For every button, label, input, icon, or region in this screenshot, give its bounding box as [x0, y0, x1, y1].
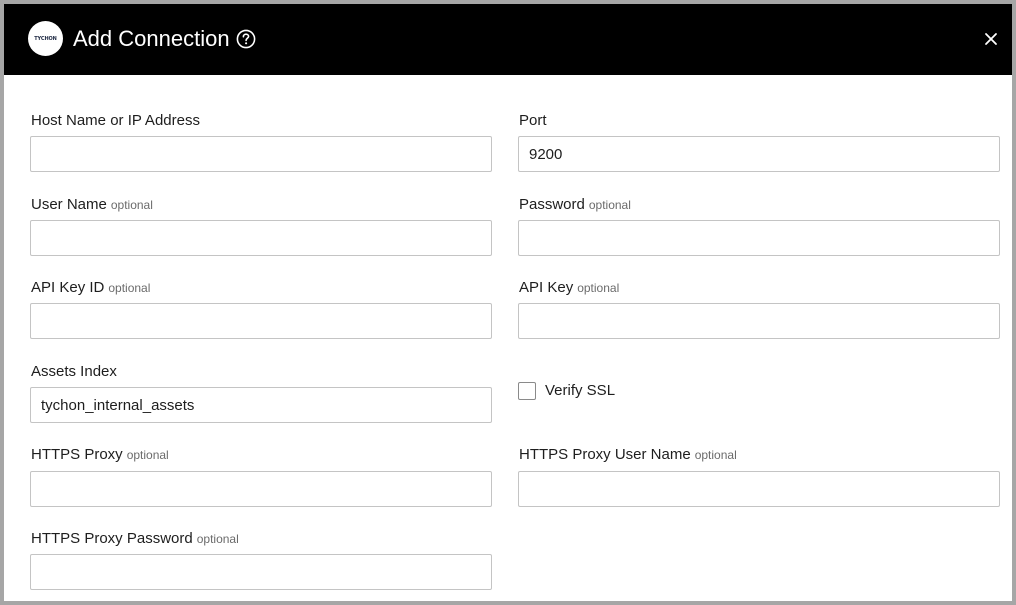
- user-name-label-text: User Name: [31, 196, 107, 213]
- https-proxy-user-label-text: HTTPS Proxy User Name: [519, 446, 691, 463]
- optional-tag: optional: [588, 198, 631, 212]
- https-proxy-password-label: HTTPS Proxy Password optional: [31, 530, 239, 548]
- api-key-id-label-text: API Key ID: [31, 279, 105, 296]
- https-proxy-user-label: HTTPS Proxy User Name optional: [519, 446, 737, 464]
- https-proxy-label: HTTPS Proxy optional: [31, 446, 169, 464]
- https-proxy-label-text: HTTPS Proxy: [31, 446, 123, 463]
- password-label: Password optional: [519, 196, 631, 214]
- https-proxy-user-input[interactable]: [518, 471, 1000, 507]
- add-connection-dialog: TYCHON Add Connection Host Name or IP Ad…: [0, 0, 1016, 605]
- api-key-id-input[interactable]: [30, 303, 492, 339]
- api-key-id-label: API Key ID optional: [31, 279, 150, 297]
- user-name-label: User Name optional: [31, 196, 153, 214]
- port-label: Port: [519, 112, 547, 130]
- dialog-header: TYCHON Add Connection: [4, 4, 1012, 75]
- api-key-label: API Key optional: [519, 279, 619, 297]
- optional-tag: optional: [110, 198, 153, 212]
- assets-index-label: Assets Index: [31, 363, 117, 381]
- assets-index-input[interactable]: [30, 387, 492, 423]
- password-input[interactable]: [518, 220, 1000, 256]
- optional-tag: optional: [196, 532, 239, 546]
- dialog-title: Add Connection: [73, 26, 230, 51]
- port-label-text: Port: [519, 112, 547, 129]
- api-key-label-text: API Key: [519, 279, 574, 296]
- verify-ssl-checkbox[interactable]: [518, 382, 536, 400]
- password-label-text: Password: [519, 196, 585, 213]
- assets-index-label-text: Assets Index: [31, 363, 117, 380]
- host-label: Host Name or IP Address: [31, 112, 200, 130]
- tychon-logo: TYCHON: [28, 21, 63, 56]
- https-proxy-input[interactable]: [30, 471, 492, 507]
- logo-text: TYCHON: [34, 35, 57, 42]
- optional-tag: optional: [694, 448, 737, 462]
- api-key-input[interactable]: [518, 303, 1000, 339]
- host-input[interactable]: [30, 136, 492, 172]
- https-proxy-password-label-text: HTTPS Proxy Password: [31, 530, 193, 547]
- port-input[interactable]: [518, 136, 1000, 172]
- optional-tag: optional: [577, 281, 620, 295]
- optional-tag: optional: [108, 281, 151, 295]
- verify-ssl-label[interactable]: Verify SSL: [545, 382, 615, 400]
- user-name-input[interactable]: [30, 220, 492, 256]
- optional-tag: optional: [126, 448, 169, 462]
- help-circle-icon[interactable]: [236, 29, 256, 49]
- https-proxy-password-input[interactable]: [30, 554, 492, 590]
- host-label-text: Host Name or IP Address: [31, 112, 200, 129]
- close-icon[interactable]: [979, 27, 1003, 51]
